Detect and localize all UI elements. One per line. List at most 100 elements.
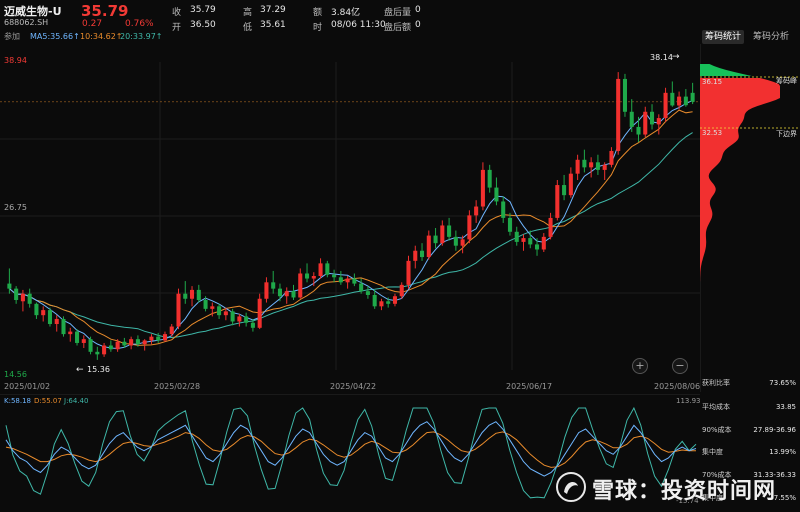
price-change: 0.27 [82, 19, 103, 29]
candle [413, 245, 418, 269]
candle [636, 116, 641, 143]
candle [535, 238, 540, 256]
candle [298, 268, 303, 299]
candle [149, 334, 154, 345]
candle [129, 336, 134, 350]
ma5-legend: MA5:35.66↑ [30, 32, 80, 41]
stat-value: 33.85 [775, 403, 796, 411]
candle [616, 72, 621, 155]
candle [88, 336, 93, 355]
candle [365, 286, 370, 299]
kdj-d-line [5, 431, 696, 468]
candle [650, 104, 655, 130]
candle [325, 260, 330, 278]
candle [487, 164, 492, 193]
high-value: 37.29 [260, 5, 286, 15]
ma20-legend: 20:33.97↑ [120, 32, 163, 41]
candle [75, 329, 80, 346]
candle [426, 230, 431, 260]
time-label: 时 [313, 23, 323, 33]
candle [433, 228, 438, 249]
kdj-k-legend: K:58.18 [4, 397, 31, 405]
candle [670, 81, 675, 107]
candle [54, 315, 59, 332]
zoom-out-button[interactable]: − [672, 358, 688, 374]
lower-bound-label: 下边界 [776, 130, 797, 138]
candle [548, 212, 553, 240]
x-axis-label: 2025/04/22 [330, 382, 377, 391]
candle [582, 149, 587, 173]
candle [643, 106, 648, 138]
close-value: 35.79 [190, 5, 216, 15]
candle [447, 217, 452, 241]
low-value: 35.61 [260, 20, 286, 30]
chip-profile-green-area [700, 64, 752, 76]
candle [27, 288, 32, 308]
candle [467, 210, 472, 244]
zoom-in-button[interactable]: + [632, 358, 648, 374]
after-hours-amount-label: 盘后额 [384, 23, 412, 33]
stat-row: 90%成本 27.89-36.96 [702, 423, 796, 437]
after-hours-volume-label: 盘后量 [384, 8, 412, 18]
stock-code: 688062.SH [4, 18, 49, 27]
candle [352, 273, 357, 287]
candle [555, 179, 560, 221]
y-axis-bottom-label: 14.56 [4, 370, 27, 379]
kdj-j-legend: J:64.40 [64, 397, 89, 405]
stat-label: 平均成本 [702, 403, 730, 411]
stat-value: 27.89-36.96 [753, 426, 796, 434]
tag-label: 参加 [4, 32, 20, 41]
candle [629, 99, 634, 132]
candle [392, 293, 397, 307]
candle [338, 270, 343, 285]
x-axis-label: 2025/06/17 [506, 382, 553, 391]
low-label: 低 [243, 23, 253, 33]
amount-value: 3.84亿 [331, 8, 361, 18]
candle [257, 293, 262, 330]
x-axis-label: 2025/02/28 [154, 382, 201, 391]
candle [494, 177, 499, 206]
watermark: 雪球：投资时间网 [556, 470, 796, 504]
x-axis-label: 2025/08/06 [654, 382, 701, 391]
stat-label: 集中度 [702, 448, 723, 456]
candle [609, 147, 614, 168]
ma5-line [9, 99, 693, 350]
candle [345, 276, 350, 289]
tab-chip-statistics[interactable]: 筹码统计 [702, 30, 745, 44]
candle [68, 327, 73, 342]
ma10-legend: 10:34.62↑ [80, 32, 123, 41]
candle [277, 283, 282, 302]
ma10-line [9, 109, 693, 346]
candle [271, 270, 276, 294]
candle [176, 288, 181, 330]
after-hours-volume-value: 0 [415, 5, 421, 15]
candle [690, 82, 695, 105]
profile-upper-price: 36.15 [702, 78, 723, 86]
candle [440, 220, 445, 246]
chip-distribution-profile [700, 44, 800, 392]
stat-row: 平均成本 33.85 [702, 400, 796, 414]
candle [41, 306, 46, 322]
x-axis-label: 2025/01/02 [4, 382, 51, 391]
candle [562, 174, 567, 201]
current-price: 35.79 [81, 2, 129, 20]
high-price-marker: 38.14 [650, 53, 673, 62]
price-change-pct: 0.76% [125, 19, 154, 29]
candle [196, 284, 201, 303]
candle [183, 281, 188, 304]
time-value: 08/06 11:30 [331, 20, 386, 30]
candle [47, 307, 52, 327]
candle [453, 230, 458, 251]
candle [61, 316, 66, 337]
candle [595, 154, 600, 175]
candle [541, 233, 546, 253]
candle [190, 286, 195, 307]
candle [291, 284, 296, 301]
candle [521, 234, 526, 251]
watermark-text: 雪球：投资时间网 [592, 479, 777, 504]
stat-label: 90%成本 [702, 426, 732, 434]
tab-chip-analysis[interactable]: 筹码分析 [750, 30, 792, 44]
stat-row: 获利比率 73.65% [702, 376, 796, 390]
profile-lower-price: 32.53 [702, 129, 723, 137]
candlestick-chart[interactable] [0, 44, 700, 392]
